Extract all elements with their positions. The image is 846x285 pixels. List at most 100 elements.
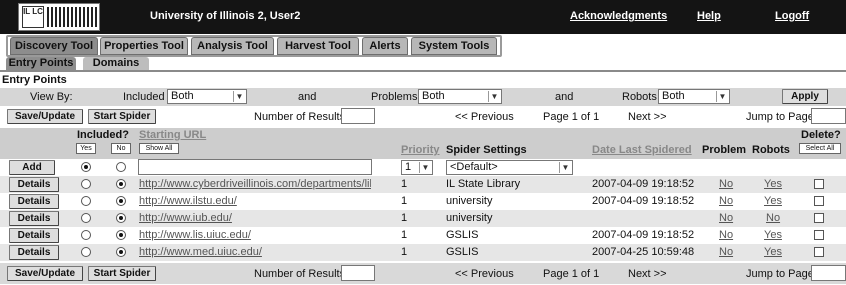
included-filter-select[interactable]: Both ▼ <box>167 89 247 104</box>
robots-link[interactable]: No <box>766 212 780 224</box>
save-update-button[interactable]: Save/Update <box>7 109 83 124</box>
show-all-button[interactable]: Show All <box>139 143 179 154</box>
delete-column-header: Delete? <box>801 129 841 141</box>
and-label-1: and <box>298 91 317 103</box>
details-button[interactable]: Details <box>9 245 59 260</box>
starting-url-link[interactable]: http://www.ilstu.edu/ <box>139 195 237 207</box>
select-all-button[interactable]: Select All <box>799 143 841 154</box>
date-last-spidered-value: 2007-04-09 19:18:52 <box>592 195 695 207</box>
date-last-spidered-column-header[interactable]: Date Last Spidered <box>592 144 692 156</box>
starting-url-link[interactable]: http://www.cyberdriveillinois.com/depart… <box>139 178 371 190</box>
robots-link[interactable]: Yes <box>764 178 782 190</box>
included-no-button[interactable]: No <box>111 143 131 154</box>
robots-column-header: Robots <box>752 144 790 156</box>
table-header: Included? Yes No Starting URL Show All P… <box>0 128 846 159</box>
apply-button[interactable]: Apply <box>782 89 828 104</box>
delete-checkbox[interactable] <box>814 247 824 257</box>
priority-column-header[interactable]: Priority <box>401 144 440 156</box>
tab-harvest-tool[interactable]: Harvest Tool <box>277 37 359 55</box>
problem-link[interactable]: No <box>719 246 733 258</box>
add-included-yes-radio[interactable] <box>81 162 91 172</box>
details-button[interactable]: Details <box>9 194 59 209</box>
subtab-entry-points[interactable]: Entry Points <box>6 57 76 71</box>
robots-link[interactable]: Yes <box>764 195 782 207</box>
subtab-divider <box>0 70 846 72</box>
included-no-radio[interactable] <box>116 213 126 223</box>
priority-value: 1 <box>401 212 408 224</box>
add-priority-select[interactable]: 1 ▼ <box>401 160 433 175</box>
included-yes-radio[interactable] <box>81 179 91 189</box>
included-no-radio[interactable] <box>116 179 126 189</box>
delete-checkbox[interactable] <box>814 196 824 206</box>
logoff-link[interactable]: Logoff <box>775 10 809 22</box>
previous-link[interactable]: << Previous <box>455 111 514 123</box>
next-link[interactable]: Next >> <box>628 111 667 123</box>
problems-filter-select[interactable]: Both ▼ <box>418 89 502 104</box>
robots-filter-select[interactable]: Both ▼ <box>658 89 730 104</box>
add-spider-settings-value: <Default> <box>450 161 498 173</box>
number-of-results-input[interactable] <box>341 108 375 124</box>
details-button[interactable]: Details <box>9 228 59 243</box>
robots-link[interactable]: Yes <box>764 246 782 258</box>
table-row: Details http://www.lis.uiuc.edu/ 1 GSLIS… <box>0 227 846 244</box>
start-spider-button[interactable]: Start Spider <box>88 109 156 124</box>
add-entry-row: Add 1 ▼ <Default> ▼ <box>0 159 846 176</box>
save-update-button[interactable]: Save/Update <box>7 266 83 281</box>
robots-filter-label: Robots <box>622 91 657 103</box>
table-row: Details http://www.iub.edu/ 1 university… <box>0 210 846 227</box>
problem-link[interactable]: No <box>719 195 733 207</box>
tab-system-tools[interactable]: System Tools <box>411 37 497 55</box>
next-link[interactable]: Next >> <box>628 268 667 280</box>
previous-link[interactable]: << Previous <box>455 268 514 280</box>
tab-discovery-tool[interactable]: Discovery Tool <box>10 37 98 55</box>
problem-link[interactable]: No <box>719 229 733 241</box>
starting-url-column-header[interactable]: Starting URL <box>139 129 206 141</box>
included-yes-radio[interactable] <box>81 196 91 206</box>
details-button[interactable]: Details <box>9 177 59 192</box>
number-of-results-label: Number of Results <box>254 111 346 123</box>
delete-checkbox[interactable] <box>814 230 824 240</box>
included-no-radio[interactable] <box>116 247 126 257</box>
add-priority-value: 1 <box>405 161 412 173</box>
chevron-down-icon: ▼ <box>488 91 500 102</box>
included-yes-radio[interactable] <box>81 247 91 257</box>
number-of-results-input[interactable] <box>341 265 375 281</box>
jump-to-page-input[interactable] <box>811 265 846 281</box>
starting-url-link[interactable]: http://www.lis.uiuc.edu/ <box>139 229 251 241</box>
tab-analysis-tool[interactable]: Analysis Tool <box>191 37 274 55</box>
delete-checkbox[interactable] <box>814 179 824 189</box>
tab-properties-tool[interactable]: Properties Tool <box>100 37 188 55</box>
details-button[interactable]: Details <box>9 211 59 226</box>
add-spider-settings-select[interactable]: <Default> ▼ <box>446 160 573 175</box>
problem-link[interactable]: No <box>719 212 733 224</box>
included-yes-radio[interactable] <box>81 230 91 240</box>
robots-link[interactable]: Yes <box>764 229 782 241</box>
starting-url-link[interactable]: http://www.med.uiuc.edu/ <box>139 246 262 258</box>
chevron-down-icon: ▼ <box>233 91 245 102</box>
chevron-down-icon: ▼ <box>419 162 431 173</box>
start-spider-button[interactable]: Start Spider <box>88 266 156 281</box>
subtab-domains[interactable]: Domains <box>83 57 149 71</box>
starting-url-link[interactable]: http://www.iub.edu/ <box>139 212 232 224</box>
tab-alerts[interactable]: Alerts <box>362 37 408 55</box>
chevron-down-icon: ▼ <box>716 91 728 102</box>
logo-seal: IL LC <box>22 6 44 28</box>
acknowledgments-link[interactable]: Acknowledgments <box>570 10 667 22</box>
problem-link[interactable]: No <box>719 178 733 190</box>
page-indicator: Page 1 of 1 <box>543 268 600 280</box>
help-link[interactable]: Help <box>697 10 721 22</box>
spider-settings-value: GSLIS <box>446 229 479 241</box>
spider-settings-value: IL State Library <box>446 178 521 190</box>
included-yes-radio[interactable] <box>81 213 91 223</box>
included-no-radio[interactable] <box>116 196 126 206</box>
add-button[interactable]: Add <box>9 160 55 175</box>
included-no-radio[interactable] <box>116 230 126 240</box>
robots-filter-value: Both <box>662 90 685 102</box>
jump-to-page-input[interactable] <box>811 108 846 124</box>
date-last-spidered-value: 2007-04-25 10:59:48 <box>592 246 695 258</box>
included-yes-button[interactable]: Yes <box>76 143 96 154</box>
delete-checkbox[interactable] <box>814 213 824 223</box>
add-included-no-radio[interactable] <box>116 162 126 172</box>
add-url-input[interactable] <box>138 159 372 175</box>
priority-value: 1 <box>401 229 408 241</box>
